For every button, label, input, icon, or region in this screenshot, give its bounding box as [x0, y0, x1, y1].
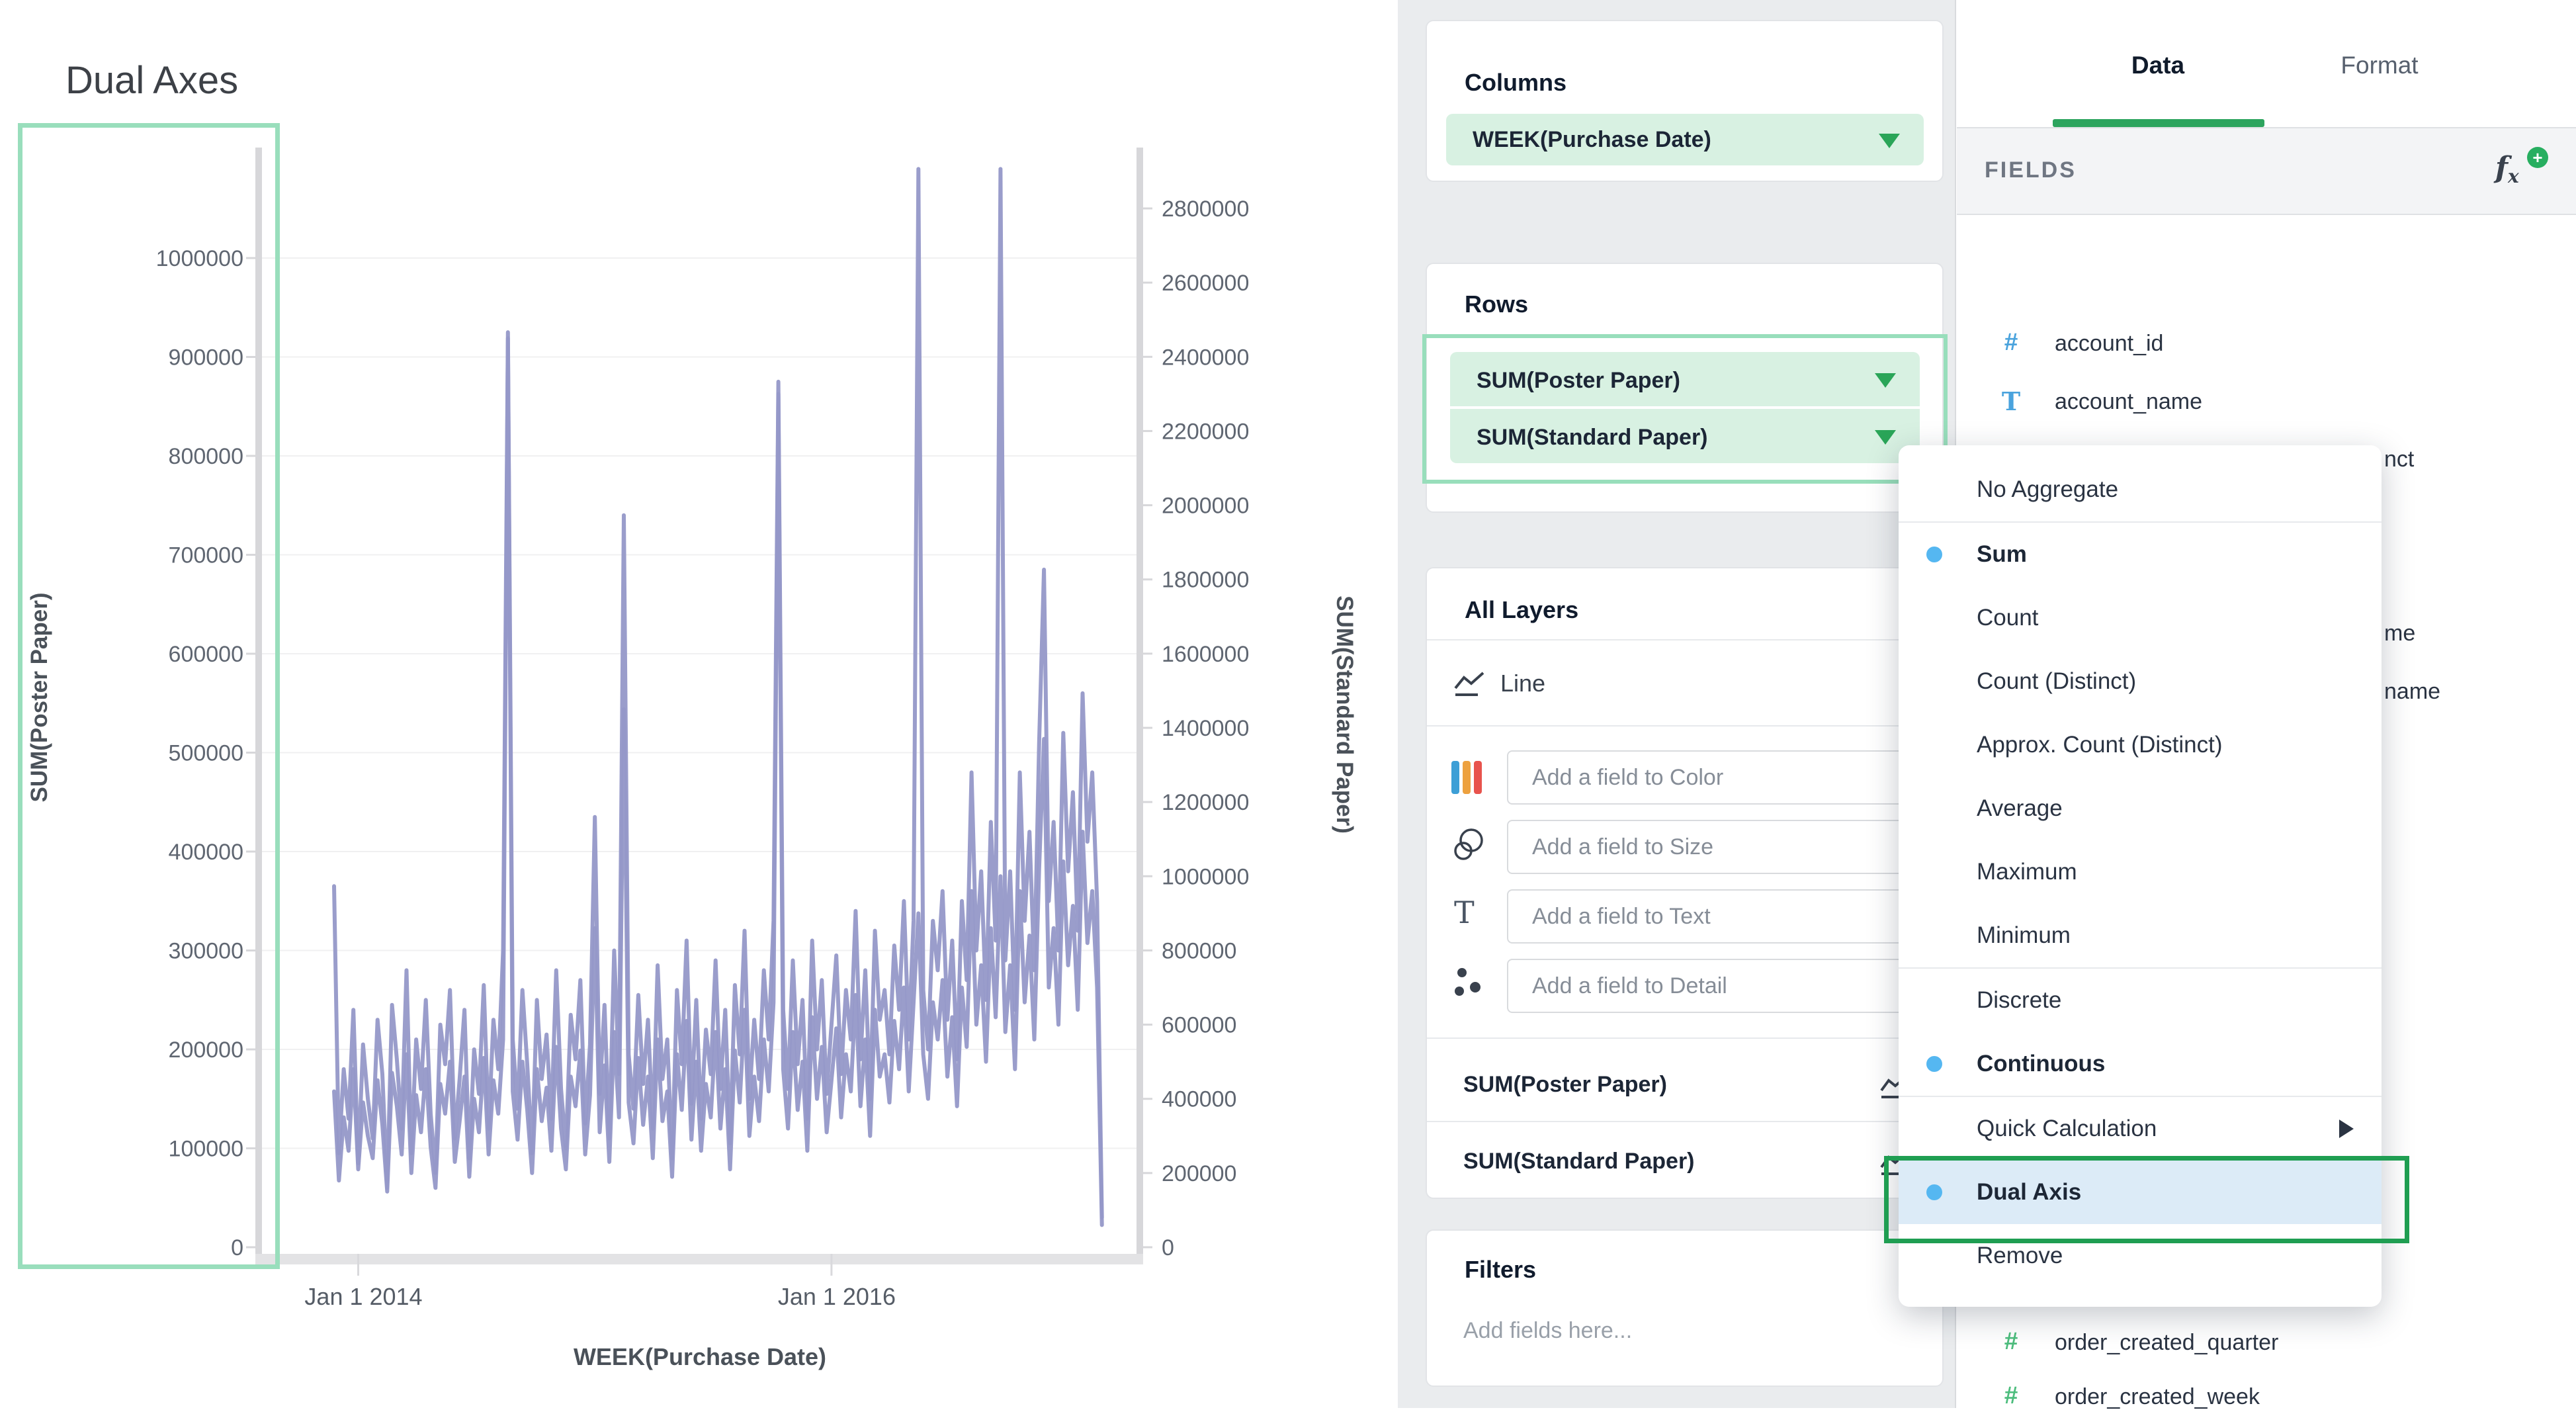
fields-section-header: FIELDS: [1985, 157, 2077, 183]
columns-header: Columns: [1465, 69, 1567, 97]
add-calculated-field-icon[interactable]: fx: [2495, 151, 2519, 187]
menu-item-sum[interactable]: Sum: [1899, 523, 2382, 586]
menu-item-minimum[interactable]: Minimum: [1899, 904, 2382, 967]
menu-item-approx-count-distinct[interactable]: Approx. Count (Distinct): [1899, 713, 2382, 777]
svg-text:2600000: 2600000: [1162, 271, 1249, 296]
svg-text:600000: 600000: [1162, 1013, 1236, 1038]
tab-data[interactable]: Data: [2131, 52, 2184, 79]
active-tab-underline: [2053, 119, 2264, 127]
measure-row-standard-paper[interactable]: SUM(Standard Paper): [1463, 1149, 1695, 1174]
text-target-icon: T: [1454, 895, 1475, 930]
menu-item-average[interactable]: Average: [1899, 777, 2382, 840]
svg-text:0: 0: [1162, 1235, 1174, 1260]
menu-item-continuous[interactable]: Continuous: [1899, 1032, 2382, 1096]
rows-annotation-box: [1422, 334, 1948, 484]
line-chart-type-icon: [1453, 670, 1487, 699]
size-target-input[interactable]: [1507, 820, 1922, 874]
divider: [1427, 725, 1942, 727]
field-account-name[interactable]: account_name: [2055, 389, 2202, 415]
selected-dot-icon: [1926, 1056, 1942, 1072]
number-field-icon: #: [2004, 1327, 2018, 1355]
svg-text:Jan 1 2016: Jan 1 2016: [778, 1283, 896, 1310]
truncated-field-fragment: me: [2384, 621, 2415, 646]
measure-row-poster-paper[interactable]: SUM(Poster Paper): [1463, 1072, 1667, 1098]
field-account-id[interactable]: account_id: [2055, 331, 2163, 357]
number-field-icon: #: [2004, 328, 2018, 356]
svg-text:2800000: 2800000: [1162, 197, 1249, 222]
divider: [1427, 1121, 1942, 1122]
x-axis-title: WEEK(Purchase Date): [574, 1343, 826, 1371]
right-axis-title: SUM(Standard Paper): [1331, 595, 1357, 834]
chevron-down-icon[interactable]: [1879, 134, 1900, 148]
svg-text:1400000: 1400000: [1162, 716, 1249, 741]
menu-item-count[interactable]: Count: [1899, 586, 2382, 650]
number-field-icon: #: [2004, 1382, 2018, 1409]
add-calculated-field-plus-badge[interactable]: +: [2527, 147, 2548, 168]
svg-text:1600000: 1600000: [1162, 642, 1249, 667]
size-target-icon: [1451, 826, 1486, 863]
menu-item-maximum[interactable]: Maximum: [1899, 840, 2382, 904]
color-target-input[interactable]: [1507, 750, 1922, 805]
menu-item-discrete[interactable]: Discrete: [1899, 969, 2382, 1032]
all-layers-header: All Layers: [1465, 596, 1578, 624]
submenu-arrow-icon: [2339, 1120, 2354, 1138]
filters-header: Filters: [1465, 1256, 1536, 1284]
svg-text:2000000: 2000000: [1162, 494, 1249, 519]
columns-pill-label: WEEK(Purchase Date): [1473, 127, 1711, 153]
layer-type-label[interactable]: Line: [1500, 670, 1545, 697]
menu-item-quick-calculation[interactable]: Quick Calculation: [1899, 1097, 2382, 1161]
filters-drop-target[interactable]: Add fields here...: [1463, 1318, 1632, 1344]
menu-item-count-distinct[interactable]: Count (Distinct): [1899, 650, 2382, 713]
svg-text:1000000: 1000000: [1162, 864, 1249, 889]
divider: [1427, 639, 1942, 640]
tab-format[interactable]: Format: [2340, 52, 2418, 79]
dual-axis-annotation-box: [1884, 1156, 2409, 1243]
svg-text:200000: 200000: [1162, 1161, 1236, 1186]
color-target-icon: [1450, 758, 1484, 797]
selected-dot-icon: [1926, 547, 1942, 562]
svg-text:800000: 800000: [1162, 938, 1236, 963]
all-layers-card: All Layers: [1426, 567, 1944, 1199]
svg-text:1800000: 1800000: [1162, 568, 1249, 593]
rows-header: Rows: [1465, 290, 1528, 318]
field-order-created-week[interactable]: order_created_week: [2055, 1384, 2260, 1410]
svg-text:1200000: 1200000: [1162, 790, 1249, 815]
svg-text:Jan 1 2014: Jan 1 2014: [304, 1283, 422, 1310]
left-axis-annotation-box: [18, 123, 280, 1269]
detail-target-icon: [1453, 966, 1484, 1000]
text-field-icon: T: [2002, 386, 2020, 416]
divider: [1427, 1037, 1942, 1039]
text-target-input[interactable]: [1507, 889, 1922, 944]
truncated-field-fragment: name: [2384, 679, 2440, 705]
truncated-field-fragment: nct: [2384, 447, 2414, 472]
field-order-created-quarter[interactable]: order_created_quarter: [2055, 1330, 2278, 1356]
svg-text:2400000: 2400000: [1162, 345, 1249, 370]
svg-text:2200000: 2200000: [1162, 419, 1249, 444]
detail-target-input[interactable]: [1507, 959, 1922, 1013]
filters-card: Filters: [1426, 1229, 1944, 1387]
menu-item-no-aggregate[interactable]: No Aggregate: [1899, 458, 2382, 521]
svg-text:400000: 400000: [1162, 1087, 1236, 1112]
columns-pill-week-purchase-date[interactable]: WEEK(Purchase Date): [1446, 114, 1924, 165]
